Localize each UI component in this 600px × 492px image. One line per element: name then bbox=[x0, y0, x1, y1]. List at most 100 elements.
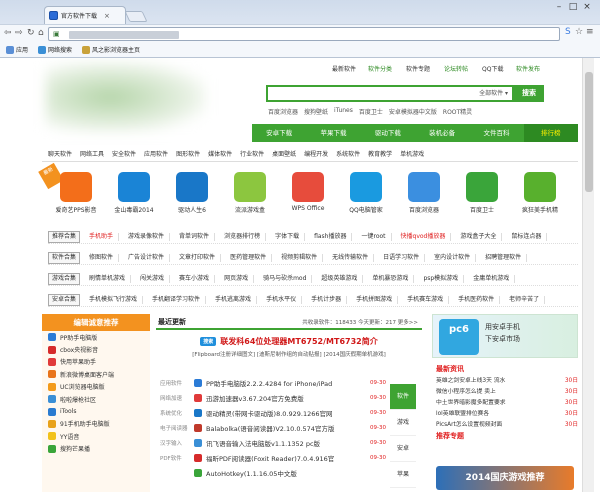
address-bar[interactable]: ▣ bbox=[48, 27, 560, 41]
hot-word[interactable]: 百度浏览器 bbox=[268, 107, 298, 116]
category-link[interactable]: 修图软件 bbox=[84, 253, 120, 262]
sub-nav-item[interactable]: 单机游戏 bbox=[400, 149, 424, 158]
nav-android[interactable]: 安卓下载 bbox=[252, 124, 306, 142]
category-link[interactable]: 手机翻译学习软件 bbox=[147, 295, 207, 304]
category-link[interactable]: 游戏盒子大全 bbox=[455, 232, 503, 241]
editor-pick-item[interactable]: PP助手电脑版 bbox=[42, 331, 150, 343]
hot-word[interactable]: 百度卫士 bbox=[359, 107, 383, 116]
app-tile[interactable]: WPS Office bbox=[282, 172, 334, 212]
menu-icon[interactable]: ≡ bbox=[586, 27, 594, 37]
pc6-banner[interactable]: pc6 用安卓手机 下安卓市场 bbox=[432, 314, 578, 358]
close-tab-icon[interactable]: × bbox=[104, 12, 110, 20]
headline[interactable]: 搜索 联发科64位处理器MT6752/MT6732简介 bbox=[156, 336, 422, 347]
maximize-icon[interactable]: □ bbox=[566, 2, 580, 12]
sub-nav-item[interactable]: 教育教学 bbox=[368, 149, 392, 158]
bookmark-apps[interactable]: 应用 bbox=[6, 45, 28, 54]
category-label[interactable]: 安卓合集 bbox=[48, 293, 81, 306]
side-tab[interactable]: 软件 bbox=[390, 384, 416, 410]
close-window-icon[interactable]: × bbox=[580, 2, 594, 12]
editor-pick-item[interactable]: 91手机助手电脑版 bbox=[42, 418, 150, 430]
sub-nav-item[interactable]: 行业软件 bbox=[240, 149, 264, 158]
bookmark-web-search[interactable]: 网络搜索 bbox=[38, 45, 72, 54]
news-row[interactable]: AutoHotkey(1.1.16.05中文版 bbox=[160, 466, 386, 480]
top-link[interactable]: 软件专题 bbox=[406, 64, 430, 73]
sub-nav-item[interactable]: 桌面壁纸 bbox=[272, 149, 296, 158]
news-item[interactable]: 中土世界暗影魔多配置要求 30日 bbox=[432, 396, 578, 407]
category-link[interactable]: 超级英雄游戏 bbox=[316, 274, 364, 283]
bookmark-homepage[interactable]: 风之影浏览器主页 bbox=[82, 45, 140, 54]
editor-pick-item[interactable]: 啦啦爆枪社区 bbox=[42, 393, 150, 405]
category-link[interactable]: 手机助手 bbox=[84, 232, 120, 241]
editor-pick-item[interactable]: UC浏览器电脑版 bbox=[42, 381, 150, 393]
category-link[interactable]: 日语学习软件 bbox=[378, 253, 426, 262]
category-link[interactable]: 手机拼图游戏 bbox=[351, 295, 399, 304]
nav-wiki[interactable]: 文件百科 bbox=[469, 124, 523, 142]
category-link[interactable]: 手机医药软件 bbox=[453, 295, 501, 304]
category-link[interactable]: 闯关游戏 bbox=[135, 274, 171, 283]
category-link[interactable]: 网页游戏 bbox=[219, 274, 255, 283]
top-link[interactable]: QQ下载 bbox=[482, 64, 503, 73]
category-link[interactable]: 招聘管理软件 bbox=[480, 253, 528, 262]
news-row[interactable]: 系统优化 驱动精灵(带网卡驱动版)8.0.929.1266官网 09-30 bbox=[160, 406, 386, 420]
category-link[interactable]: 老师辛苦了 bbox=[504, 295, 546, 304]
category-link[interactable]: 室内设计软件 bbox=[429, 253, 477, 262]
category-link[interactable]: 无线传输软件 bbox=[327, 253, 375, 262]
top-link[interactable]: 论坛转帖 bbox=[444, 64, 468, 73]
side-tab[interactable]: 游戏 bbox=[390, 410, 416, 436]
category-link[interactable]: 手机计步器 bbox=[306, 295, 348, 304]
refresh-icon[interactable]: ↻ bbox=[27, 28, 35, 38]
search-button[interactable]: 搜索 bbox=[514, 85, 544, 102]
news-item[interactable]: lol英雄联盟排位赛各 30日 bbox=[432, 407, 578, 418]
editor-pick-item[interactable]: YY语音 bbox=[42, 430, 150, 442]
news-row[interactable]: 汉字输入 讯飞语音输入法电脑版v1.1.1352 pc版 09-30 bbox=[160, 436, 386, 450]
category-link[interactable]: 游戏录像软件 bbox=[123, 232, 171, 241]
app-tile[interactable]: QQ电脑管家 bbox=[340, 172, 392, 214]
category-link[interactable]: flash播放器 bbox=[309, 232, 353, 241]
category-link[interactable]: 手机赛车游戏 bbox=[402, 295, 450, 304]
sub-nav-item[interactable]: 编程开发 bbox=[304, 149, 328, 158]
editor-pick-item[interactable]: cbox央视影音 bbox=[42, 343, 150, 355]
category-label[interactable]: 推荐合集 bbox=[48, 230, 81, 243]
category-link[interactable]: 背单词软件 bbox=[174, 232, 216, 241]
category-link[interactable]: 医药管理软件 bbox=[225, 253, 273, 262]
top-link[interactable]: 软件发布 bbox=[516, 64, 540, 73]
sub-nav-item[interactable]: 应用软件 bbox=[144, 149, 168, 158]
category-link[interactable]: psp模拟游戏 bbox=[418, 274, 465, 283]
sub-nav-item[interactable]: 系统软件 bbox=[336, 149, 360, 158]
category-link[interactable]: 骑马与砍杀mod bbox=[258, 274, 313, 283]
headline-subline[interactable]: [Flipboard注册详细图文] [迪斯尼制作组的自动贴报] [2014国庆假… bbox=[156, 350, 422, 358]
scrollbar-thumb[interactable] bbox=[585, 72, 593, 192]
forward-icon[interactable]: ⇨ bbox=[15, 28, 23, 38]
back-icon[interactable]: ⇦ bbox=[4, 28, 12, 38]
news-item[interactable]: PicsArt怎么设置视频封面 30日 bbox=[432, 418, 578, 429]
app-tile[interactable]: 百度浏览器 bbox=[398, 172, 450, 214]
editor-pick-item[interactable]: 新浪微博桌面客户端 bbox=[42, 368, 150, 380]
nav-drivers[interactable]: 驱动下载 bbox=[361, 124, 415, 142]
category-link[interactable]: 快播qvod播放器 bbox=[396, 232, 452, 241]
nav-ranking[interactable]: 排行榜 bbox=[523, 124, 578, 142]
editor-pick-item[interactable]: 快用苹果助手 bbox=[42, 356, 150, 368]
search-category-select[interactable]: 全部软件 ▾ bbox=[479, 88, 508, 97]
app-tile[interactable]: 疯狂美手机精 bbox=[514, 172, 566, 214]
category-link[interactable]: 手机水平仪 bbox=[261, 295, 303, 304]
top-link[interactable]: 最新软件 bbox=[332, 64, 356, 73]
category-link[interactable]: 手机模拟飞行游戏 bbox=[84, 295, 144, 304]
minimize-icon[interactable]: – bbox=[552, 2, 566, 12]
side-tab[interactable]: 苹果 bbox=[390, 462, 416, 488]
category-link[interactable]: 鼠标连点器 bbox=[506, 232, 548, 241]
home-icon[interactable]: ⌂ bbox=[38, 28, 44, 38]
nav-essentials[interactable]: 装机必备 bbox=[415, 124, 469, 142]
search-input[interactable]: 全部软件 ▾ bbox=[266, 85, 514, 102]
app-tile[interactable]: 爱奇艺PPS影音 bbox=[50, 172, 102, 214]
category-link[interactable]: 单机暴恐游戏 bbox=[367, 274, 415, 283]
game-banner[interactable]: 2014国庆游戏推荐 bbox=[436, 466, 574, 490]
browser-tab[interactable]: 官方软件下载 × bbox=[44, 6, 126, 24]
news-item[interactable]: 英雄之剑安卓上线3天 流水 30日 bbox=[432, 374, 578, 385]
news-row[interactable]: 网络加速 迅游加速器v3.67.204官方免费版 09-30 bbox=[160, 391, 386, 405]
top-link[interactable]: 软件分类 bbox=[368, 64, 392, 73]
category-link[interactable]: 视频剪辑软件 bbox=[276, 253, 324, 262]
star-icon[interactable]: ☆ bbox=[575, 27, 583, 37]
latest-stats[interactable]: 共收录软件：118433 今天更新：217 更多>> bbox=[302, 318, 418, 326]
category-label[interactable]: 游戏合集 bbox=[48, 272, 81, 285]
app-tile[interactable]: 驱动人生6 bbox=[166, 172, 218, 214]
